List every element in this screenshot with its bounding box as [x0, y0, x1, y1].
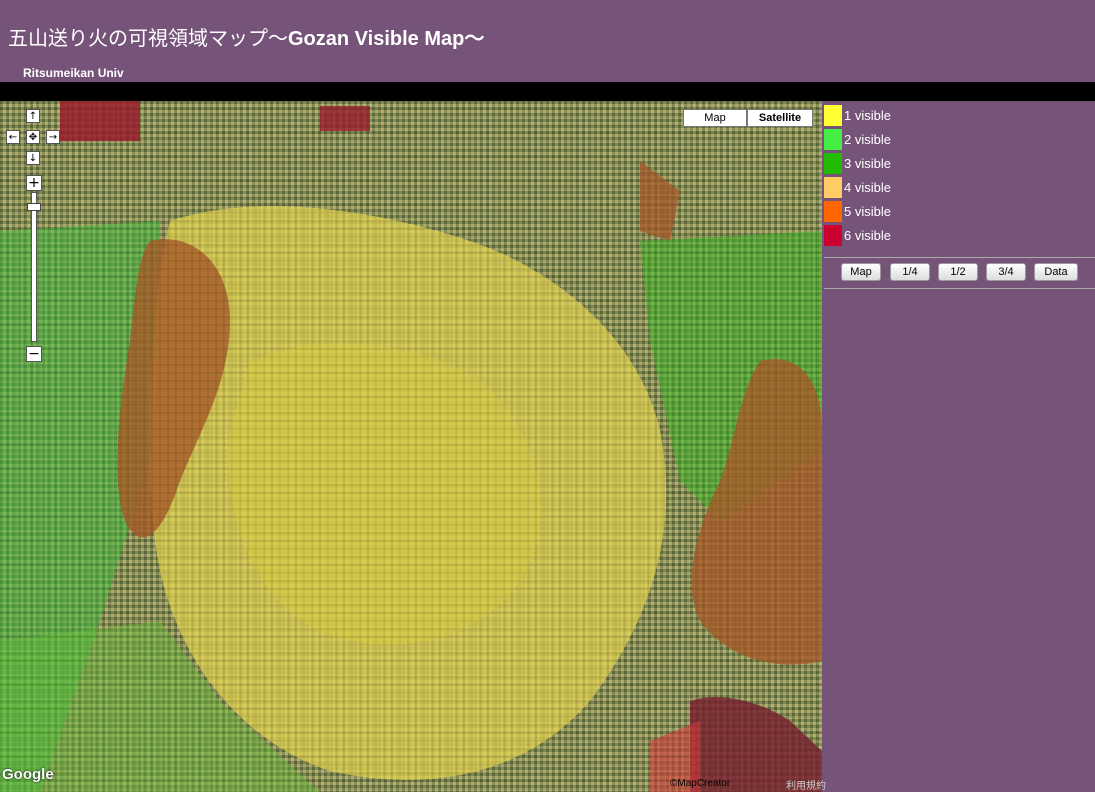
filter-three-quarter-button[interactable]: 3/4	[986, 263, 1026, 281]
filter-map-button[interactable]: Map	[841, 263, 881, 281]
zoom-slider-track[interactable]	[31, 192, 37, 342]
legend-label: 1 visible	[844, 108, 891, 123]
filter-quarter-button[interactable]: 1/4	[890, 263, 930, 281]
google-logo: Google	[2, 766, 54, 783]
map-attribution: ©MapCreator	[670, 778, 731, 789]
legend-label: 3 visible	[844, 156, 891, 171]
legend-item: 6 visible	[824, 224, 1024, 248]
grid-overlay	[0, 101, 822, 792]
legend-label: 5 visible	[844, 204, 891, 219]
visibility-overlay	[0, 101, 822, 792]
legend-swatch	[824, 129, 842, 150]
sidebar-divider-bottom	[824, 288, 1095, 289]
header: 五山送り火の可視領域マップ〜Gozan Visible Map〜 Ritsume…	[0, 0, 1095, 82]
university-label: Ritsumeikan Univ	[23, 66, 124, 80]
legend-item: 5 visible	[824, 200, 1024, 224]
zoom-in-button[interactable]: +	[26, 175, 42, 191]
pan-down-button[interactable]: ↓	[26, 151, 40, 165]
header-divider-bar	[0, 82, 1095, 101]
terms-link[interactable]: 利用規約	[786, 777, 826, 792]
legend-item: 4 visible	[824, 176, 1024, 200]
filter-half-button[interactable]: 1/2	[938, 263, 978, 281]
legend-item: 1 visible	[824, 104, 1024, 128]
legend-swatch	[824, 225, 842, 246]
zoom-out-button[interactable]: −	[26, 346, 42, 362]
legend-swatch	[824, 177, 842, 198]
map-type-control: Map Satellite	[683, 109, 813, 127]
page-title: 五山送り火の可視領域マップ〜Gozan Visible Map〜	[8, 22, 484, 51]
page-title-jp: 五山送り火の可視領域マップ〜	[8, 26, 288, 50]
pan-left-button[interactable]: ←	[6, 130, 20, 144]
pan-center-button[interactable]: ✥	[26, 130, 40, 144]
legend-swatch	[824, 105, 842, 126]
legend-swatch	[824, 201, 842, 222]
map-viewport[interactable]	[0, 101, 822, 792]
legend-item: 3 visible	[824, 152, 1024, 176]
legend-item: 2 visible	[824, 128, 1024, 152]
pan-right-button[interactable]: →	[46, 130, 60, 144]
filter-data-button[interactable]: Data	[1034, 263, 1078, 281]
legend-label: 2 visible	[844, 132, 891, 147]
page-title-en: Gozan Visible Map〜	[288, 28, 485, 50]
legend-label: 6 visible	[844, 228, 891, 243]
zoom-slider-handle[interactable]	[27, 203, 41, 211]
legend-swatch	[824, 153, 842, 174]
map-type-satellite-button[interactable]: Satellite	[747, 109, 813, 127]
sidebar-divider-top	[824, 257, 1095, 258]
pan-up-button[interactable]: ↑	[26, 109, 40, 123]
map-type-map-button[interactable]: Map	[683, 109, 747, 127]
legend-label: 4 visible	[844, 180, 891, 195]
